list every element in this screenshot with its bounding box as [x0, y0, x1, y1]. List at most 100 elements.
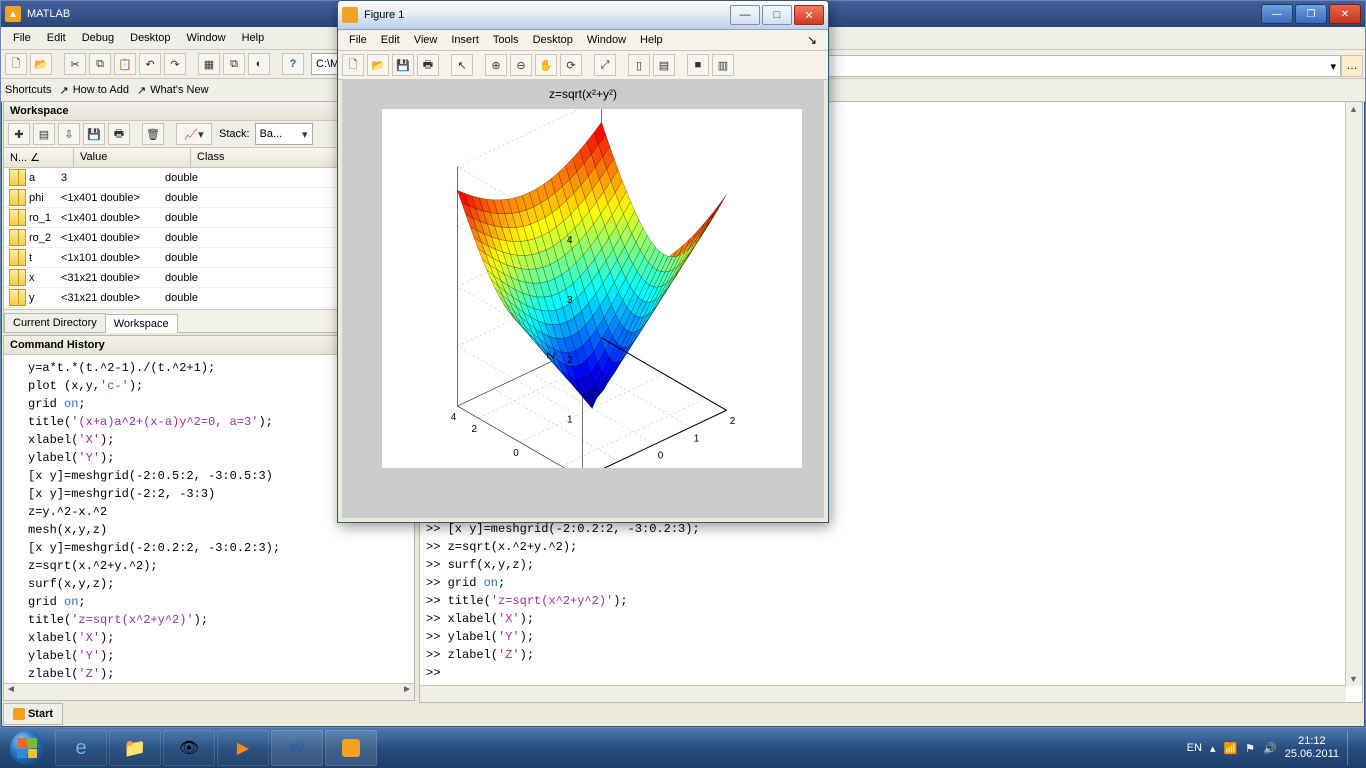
delete-var-icon[interactable]: 🗑	[142, 123, 164, 145]
history-line[interactable]: [x y]=meshgrid(-2:0.2:2, -3:0.2:3);	[28, 539, 414, 557]
copy-icon[interactable]: ⧉	[89, 53, 111, 75]
matlab-start-icon	[13, 708, 25, 720]
menu-desktop[interactable]: Desktop	[122, 30, 178, 46]
simulink-icon[interactable]: ▦	[198, 53, 220, 75]
rotate3d-icon[interactable]: ⟳	[560, 54, 582, 76]
figure-minimize-button[interactable]: —	[730, 5, 760, 25]
figure-menu-edit[interactable]: Edit	[374, 32, 407, 48]
variable-icon	[9, 189, 26, 206]
save-ws-icon[interactable]: 💾	[83, 123, 105, 145]
open-figure-icon[interactable]: 📂	[367, 54, 389, 76]
open-var-icon[interactable]: ▤	[33, 123, 55, 145]
paste-icon[interactable]: 📋	[114, 53, 136, 75]
figure-menu-insert[interactable]: Insert	[444, 32, 486, 48]
insert-legend-icon[interactable]: ▤	[653, 54, 675, 76]
plot-selector-icon[interactable]: 📈▾	[176, 123, 212, 145]
command-window-scrollbar-v[interactable]	[1345, 102, 1362, 686]
figure-menu-help[interactable]: Help	[633, 32, 670, 48]
figure-dock-icon[interactable]: ↘	[800, 31, 824, 49]
command-line: >> surf(x,y,z);	[426, 556, 1340, 574]
tab-workspace[interactable]: Workspace	[105, 314, 178, 333]
save-figure-icon[interactable]: 💾	[392, 54, 414, 76]
history-line[interactable]: surf(x,y,z);	[28, 575, 414, 593]
browse-folder-button[interactable]: …	[1341, 55, 1363, 77]
figure-titlebar[interactable]: Figure 1 — □ ✕	[338, 1, 828, 30]
matlab-start-button[interactable]: Start	[3, 703, 63, 725]
taskbar-word[interactable]: W	[271, 730, 323, 766]
insert-colorbar-icon[interactable]: ▯	[628, 54, 650, 76]
new-var-icon[interactable]: ✚	[8, 123, 30, 145]
volume-icon[interactable]: 🔊	[1263, 742, 1277, 755]
taskbar-viewer[interactable]: 👁	[163, 730, 215, 766]
restore-button[interactable]: ❐	[1295, 4, 1327, 24]
show-desktop-button[interactable]	[1347, 731, 1356, 765]
minimize-button[interactable]: —	[1261, 4, 1293, 24]
network-icon[interactable]: 📶	[1223, 742, 1237, 755]
tray-chevron-icon[interactable]: ▴	[1210, 742, 1216, 755]
windows-start-button[interactable]	[0, 728, 54, 768]
command-window-scrollbar-h[interactable]	[420, 685, 1346, 702]
new-figure-icon[interactable]: 🗋	[342, 54, 364, 76]
figure-window[interactable]: Figure 1 — □ ✕ File Edit View Insert Too…	[337, 0, 829, 523]
figure-menu-window[interactable]: Window	[580, 32, 633, 48]
col-value[interactable]: Value	[74, 148, 191, 167]
cut-icon[interactable]: ✂	[64, 53, 86, 75]
print-icon[interactable]: 🖶	[108, 123, 130, 145]
taskbar-matlab[interactable]	[325, 730, 377, 766]
eye-icon: 👁	[179, 738, 199, 758]
zoom-out-icon[interactable]: ⊖	[510, 54, 532, 76]
menu-window[interactable]: Window	[178, 30, 233, 46]
history-line[interactable]: grid on;	[28, 593, 414, 611]
figure-menu-tools[interactable]: Tools	[486, 32, 526, 48]
history-line[interactable]: mesh(x,y,z)	[28, 521, 414, 539]
pan-icon[interactable]: ✋	[535, 54, 557, 76]
taskbar-ie[interactable]: e	[55, 730, 107, 766]
figure-close-button[interactable]: ✕	[794, 5, 824, 25]
menu-file[interactable]: File	[5, 30, 39, 46]
help-icon[interactable]: ?	[282, 53, 304, 75]
figure-canvas[interactable]: z=sqrt(x²+y²) 01234-2-1012-4-2024XYZ	[342, 79, 824, 518]
guide-icon[interactable]: ⧉	[223, 53, 245, 75]
history-line[interactable]: zlabel('Z');	[28, 665, 414, 683]
action-center-icon[interactable]: ⚑	[1245, 742, 1255, 755]
new-file-icon[interactable]: 🗋	[5, 53, 27, 75]
history-line[interactable]: z=sqrt(x.^2+y.^2);	[28, 557, 414, 575]
stack-combo[interactable]: Ba...▾	[255, 123, 313, 145]
import-icon[interactable]: ⇩	[58, 123, 80, 145]
figure-menu-view[interactable]: View	[407, 32, 445, 48]
data-cursor-icon[interactable]: ⤢	[594, 54, 616, 76]
undo-icon[interactable]: ↶	[139, 53, 161, 75]
menu-help[interactable]: Help	[234, 30, 273, 46]
history-line[interactable]: title('z=sqrt(x^2+y^2)');	[28, 611, 414, 629]
redo-icon[interactable]: ↷	[164, 53, 186, 75]
plot-title: z=sqrt(x²+y²)	[342, 87, 824, 101]
col-name[interactable]: N... ∠	[4, 148, 74, 167]
folder-icon: 📁	[124, 738, 146, 759]
figure-menu-desktop[interactable]: Desktop	[526, 32, 580, 48]
open-file-icon[interactable]: 📂	[30, 53, 52, 75]
figure-menu-file[interactable]: File	[342, 32, 374, 48]
taskbar-clock[interactable]: 21:12 25.06.2011	[1285, 735, 1339, 761]
zoom-in-icon[interactable]: ⊕	[485, 54, 507, 76]
hide-plot-tools-icon[interactable]: ■	[687, 54, 709, 76]
menu-edit[interactable]: Edit	[39, 30, 74, 46]
print-figure-icon[interactable]: 🖶	[417, 54, 439, 76]
close-button[interactable]: ✕	[1329, 4, 1361, 24]
shortcut-whats-new[interactable]: ↗What's New	[137, 84, 209, 97]
taskbar-explorer[interactable]: 📁	[109, 730, 161, 766]
command-line: >>	[426, 664, 1340, 682]
history-line[interactable]: xlabel('X');	[28, 629, 414, 647]
taskbar-media[interactable]: ▶	[217, 730, 269, 766]
show-plot-tools-icon[interactable]: ▥	[712, 54, 734, 76]
profiler-icon[interactable]: ◐	[248, 53, 270, 75]
svg-text:-1: -1	[620, 467, 629, 468]
shortcut-how-to-add[interactable]: ↗How to Add	[59, 84, 128, 97]
path-sep	[1333, 55, 1339, 75]
history-line[interactable]: ylabel('Y');	[28, 647, 414, 665]
tab-current-directory[interactable]: Current Directory	[4, 313, 106, 332]
language-indicator[interactable]: EN	[1187, 742, 1202, 754]
edit-plot-icon[interactable]: ↖	[451, 54, 473, 76]
history-scrollbar-h[interactable]	[4, 683, 414, 700]
figure-maximize-button[interactable]: □	[762, 5, 792, 25]
menu-debug[interactable]: Debug	[74, 30, 122, 46]
